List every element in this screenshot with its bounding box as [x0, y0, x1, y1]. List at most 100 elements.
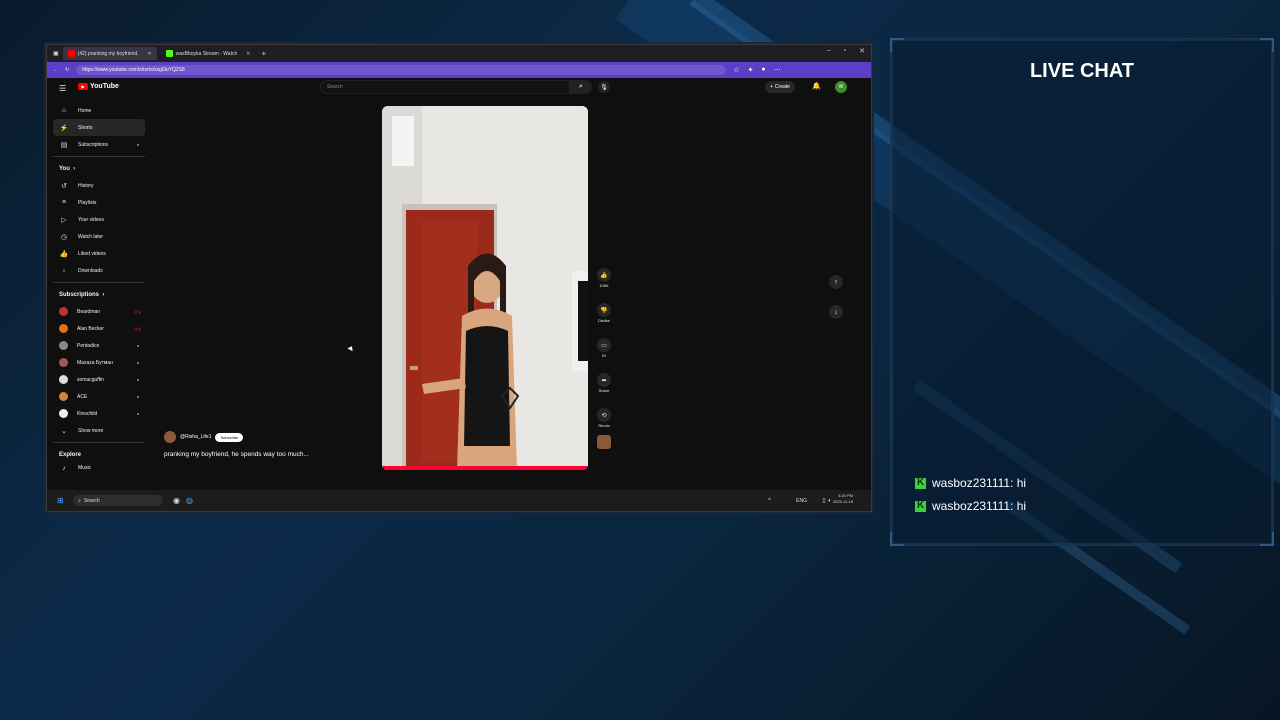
- taskbar-search-label: Search: [83, 497, 100, 504]
- star-icon[interactable]: ☆: [733, 66, 739, 74]
- sidebar-section-subscriptions[interactable]: Subscriptions ›: [53, 286, 145, 303]
- short-caption[interactable]: pranking my boyfriend, he spends way too…: [164, 451, 309, 458]
- tab-label: wasBboyka Stream - Watch: [175, 50, 238, 57]
- search-icon: ⌕: [579, 83, 583, 90]
- remix-button[interactable]: ⟲ Remix: [594, 408, 614, 428]
- arrow-up-icon: ↑: [834, 278, 838, 286]
- sidebar-show-more[interactable]: ⌄ Show more: [53, 422, 145, 439]
- minimize-icon[interactable]: –: [827, 47, 831, 55]
- taskbar-search[interactable]: ⌕ Search: [73, 495, 163, 506]
- menu-burger-icon[interactable]: ☰: [59, 84, 66, 93]
- youtube-logo[interactable]: ▶ YouTube: [78, 83, 119, 90]
- chrome-app-icon[interactable]: ◉: [173, 496, 180, 505]
- sidebar-item-shorts[interactable]: ⚡ Shorts: [53, 119, 145, 136]
- back-icon[interactable]: ←: [53, 67, 58, 73]
- chevron-right-icon: ›: [102, 291, 105, 298]
- profile-icon[interactable]: ●: [761, 66, 765, 74]
- share-button[interactable]: ➦ Share: [594, 373, 614, 393]
- sidebar-channel-beardman[interactable]: Beardman ((·)): [53, 303, 145, 320]
- sound-avatar[interactable]: [597, 435, 611, 449]
- sidebar-channel-pentadice[interactable]: Pentadice: [53, 337, 145, 354]
- edge-app-icon[interactable]: ◍: [186, 496, 193, 505]
- subscriptions-icon: ▤: [60, 141, 68, 149]
- youtube-play-icon: ▶: [78, 83, 88, 90]
- sidebar-item-label: Downloads: [78, 267, 103, 274]
- history-icon: ↺: [61, 182, 67, 190]
- close-tab-icon[interactable]: ✕: [148, 51, 152, 57]
- sidebar-channel-maxaza[interactable]: Maxaza Бутман: [53, 354, 145, 371]
- sidebar-item-subscriptions[interactable]: ▤ Subscriptions: [53, 136, 145, 153]
- short-video-player[interactable]: [382, 106, 588, 470]
- sidebar-item-music[interactable]: ♪ Music: [53, 463, 145, 473]
- new-dot: [137, 412, 139, 415]
- like-button[interactable]: 👍 106K: [594, 268, 614, 288]
- shorts-icon: ⚡: [59, 124, 69, 132]
- create-button[interactable]: + Create: [765, 81, 795, 93]
- sidebar-item-downloads[interactable]: ↓ Downloads: [53, 262, 145, 279]
- close-window-icon[interactable]: ✕: [859, 47, 865, 55]
- sidebar-channel-somacguffin[interactable]: somacguffin: [53, 371, 145, 388]
- dislike-button[interactable]: 👎 Dislike: [594, 303, 614, 323]
- share-label: Share: [598, 388, 610, 393]
- reload-icon[interactable]: ↻: [65, 67, 69, 73]
- tab-actions-icon[interactable]: ▣: [53, 50, 59, 57]
- sidebar-item-your-videos[interactable]: ▷ Your videos: [53, 211, 145, 228]
- sidebar-item-history[interactable]: ↺ History: [53, 177, 145, 194]
- search-input[interactable]: Search: [320, 80, 570, 94]
- comment-icon: ▭: [601, 342, 607, 349]
- previous-short-button[interactable]: ↑: [829, 275, 843, 289]
- short-actions: 👍 106K 👎 Dislike ▭ 91 ➦ Share ⟲ Remix: [594, 268, 614, 449]
- sidebar-item-home[interactable]: ⌂ Home: [53, 102, 145, 119]
- new-tab-icon[interactable]: +: [261, 49, 266, 58]
- sidebar-item-liked-videos[interactable]: 👍 Liked videos: [53, 245, 145, 262]
- author-name[interactable]: @Risha_Life1: [180, 434, 211, 440]
- subscribe-button[interactable]: Subscribe: [215, 432, 244, 442]
- sidebar-channel-ace[interactable]: ACE: [53, 388, 145, 405]
- sidebar-item-label: Music: [78, 465, 92, 471]
- wifi-volume-icon[interactable]: ▯ ◖: [822, 497, 831, 504]
- sidebar-channel-kinochild[interactable]: Kinochild: [53, 405, 145, 422]
- sidebar-item-label: Maxaza Бутман: [77, 359, 113, 366]
- taskbar-clock[interactable]: 4:20 PM 2025-11-15: [833, 493, 853, 505]
- tray-chevron-up-icon[interactable]: ^: [768, 498, 771, 504]
- sidebar-item-label: History: [78, 182, 94, 189]
- channel-avatar: [59, 341, 68, 350]
- clock-date: 2025-11-15: [832, 499, 853, 504]
- search-button[interactable]: ⌕: [570, 80, 592, 94]
- maximize-icon[interactable]: ▫: [844, 47, 846, 55]
- next-short-button[interactable]: ↓: [829, 305, 843, 319]
- sidebar-item-watch-later[interactable]: ◷ Watch later: [53, 228, 145, 245]
- tab-kick-stream[interactable]: wasBboyka Stream - Watch ✕: [161, 47, 256, 60]
- mic-icon: 🎙: [600, 84, 608, 91]
- chat-text: hi: [1016, 476, 1027, 490]
- voice-search-button[interactable]: 🎙: [598, 81, 610, 93]
- sidebar-item-label: Kinochild: [77, 410, 98, 417]
- url-field[interactable]: https://www.youtube.com/shorts/xxgl3uYQ2…: [76, 65, 727, 75]
- windows-start-icon[interactable]: ⊞: [57, 496, 64, 505]
- avatar[interactable]: W: [835, 81, 847, 93]
- sidebar-item-label: Subscriptions: [78, 141, 109, 148]
- sidebar-section-explore[interactable]: Explore: [53, 446, 145, 463]
- language-indicator[interactable]: ENG: [796, 498, 807, 504]
- menu-icon[interactable]: ⋯: [774, 66, 781, 74]
- remix-label: Remix: [598, 423, 610, 428]
- sidebar-channel-alan-becker[interactable]: Alan Becker ((·)): [53, 320, 145, 337]
- new-dot: [137, 344, 139, 347]
- kick-badge-icon: [915, 477, 926, 489]
- live-chat-panel: LIVE CHAT wasboz231111: hi wasboz231111:…: [890, 38, 1274, 546]
- chevron-right-icon: ›: [73, 165, 76, 172]
- sidebar-item-label: Home: [78, 107, 92, 114]
- like-count: 106K: [599, 283, 609, 288]
- sidebar-item-label: Your videos: [78, 216, 104, 223]
- sidebar-section-you[interactable]: You ›: [53, 160, 145, 177]
- comments-button[interactable]: ▭ 91: [594, 338, 614, 358]
- tab-youtube-short[interactable]: (42) pranking my boyfriend. ✕: [62, 47, 157, 60]
- extension-icon[interactable]: ✦: [747, 66, 753, 74]
- close-tab-icon[interactable]: ✕: [246, 51, 250, 57]
- sidebar-item-playlists[interactable]: ≡ Playlists: [53, 194, 145, 211]
- notifications-bell-icon[interactable]: 🔔: [812, 82, 821, 90]
- author-avatar[interactable]: [164, 431, 176, 443]
- channel-avatar: [59, 409, 68, 418]
- sidebar-item-label: Liked videos: [78, 250, 106, 257]
- chat-message: wasboz231111: hi: [915, 476, 1026, 490]
